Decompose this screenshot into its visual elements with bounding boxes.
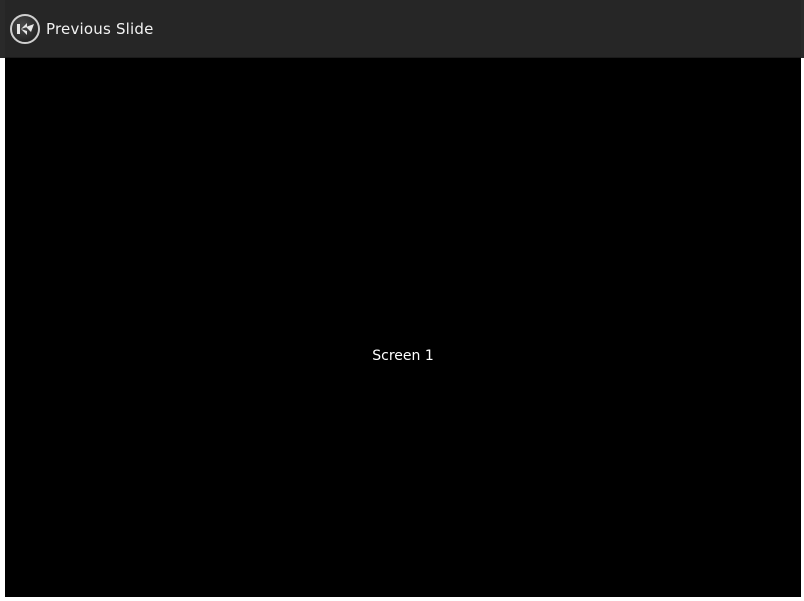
previous-slide-label: Previous Slide: [46, 20, 154, 38]
screen-title: Screen 1: [372, 348, 434, 364]
action-bar: Previous Slide: [5, 0, 801, 58]
app-window: Previous Slide Screen 1: [5, 0, 801, 597]
screen-content[interactable]: Screen 1: [5, 58, 801, 597]
kivy-logo-icon: [10, 14, 40, 44]
previous-slide-button[interactable]: Previous Slide: [10, 12, 154, 46]
